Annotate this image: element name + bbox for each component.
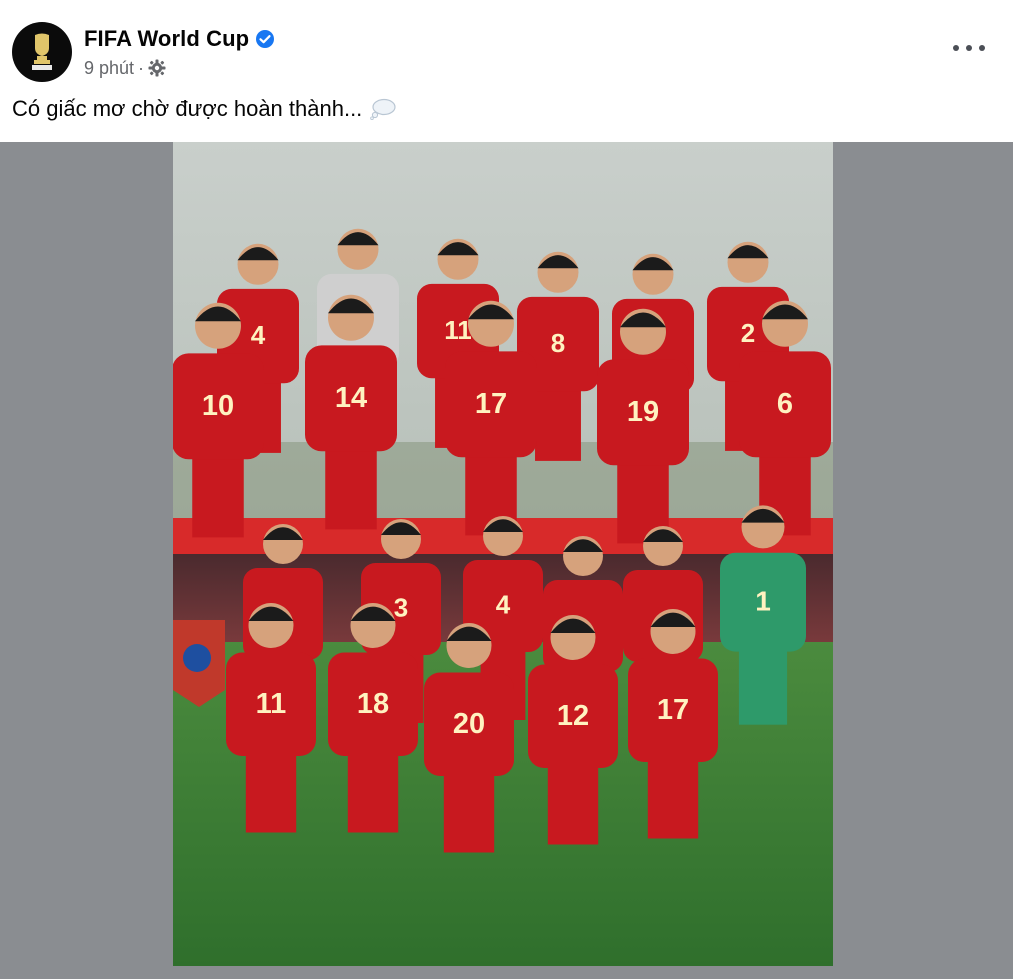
jersey-number: 20 <box>453 708 485 740</box>
post-time[interactable]: 9 phút <box>84 58 134 79</box>
jersey-number: 8 <box>551 328 565 358</box>
verified-badge-icon <box>255 29 275 49</box>
jersey-number: 11 <box>444 315 472 345</box>
post-text-row: Có giấc mơ chờ được hoàn thành... <box>12 96 396 122</box>
jersey-number: 3 <box>394 593 408 623</box>
post-header: FIFA World Cup 9 phút · <box>12 22 275 82</box>
post-card: FIFA World Cup 9 phút · Có giấc mơ chờ đ… <box>0 0 1013 979</box>
post-meta: 9 phút · <box>84 58 275 79</box>
jersey-number: 12 <box>557 700 589 732</box>
team-photo-illustration: 4 11 8 210 14 17 19 6 3 4 111 1820 12 17 <box>173 142 833 966</box>
fifa-trophy-icon <box>32 33 52 70</box>
jersey-number: 4 <box>251 320 266 350</box>
author-block: FIFA World Cup 9 phút · <box>84 26 275 79</box>
jersey-number: 1 <box>755 585 771 616</box>
jersey-number: 17 <box>475 388 507 420</box>
more-options-icon[interactable] <box>953 36 985 60</box>
jersey-number: 10 <box>202 390 234 422</box>
thought-bubble-icon <box>370 98 396 121</box>
jersey-number: 19 <box>627 396 659 428</box>
author-row: FIFA World Cup <box>84 26 275 52</box>
post-text: Có giấc mơ chờ được hoàn thành... <box>12 96 363 121</box>
jersey-number: 18 <box>357 688 389 720</box>
team-photo[interactable]: 4 11 8 2 10 14 17 19 6 3 4 1 11 18 20 12 17 <box>173 142 833 966</box>
jersey-number: 11 <box>256 688 287 720</box>
jersey-number: 4 <box>496 590 511 620</box>
gear-icon[interactable] <box>148 59 166 77</box>
jersey-number: 2 <box>741 318 755 348</box>
avatar[interactable] <box>12 22 72 82</box>
author-name[interactable]: FIFA World Cup <box>84 26 249 52</box>
jersey-number: 6 <box>777 388 793 420</box>
meta-separator: · <box>138 57 145 78</box>
jersey-number: 14 <box>335 382 367 414</box>
post-media: 4 11 8 2 10 14 17 19 6 3 4 1 11 18 20 12 17 <box>0 142 1013 979</box>
jersey-number: 17 <box>657 694 689 726</box>
